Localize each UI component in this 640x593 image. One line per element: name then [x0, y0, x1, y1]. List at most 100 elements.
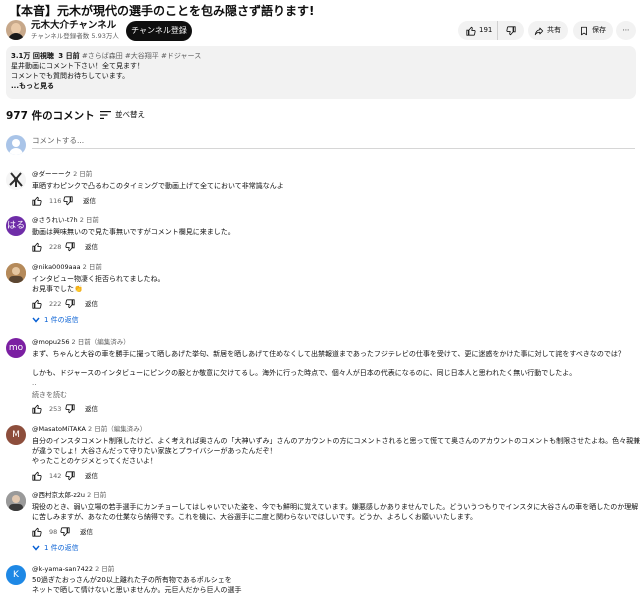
video-title: 【本音】元木が現代の選手のことを包み隠さず語ります!: [9, 4, 315, 18]
photo-avatar-image: [6, 491, 26, 511]
dislike-icon[interactable]: [63, 196, 73, 206]
save-button[interactable]: 保存: [573, 21, 613, 40]
comment-author[interactable]: @さうれい-t7h: [32, 216, 78, 224]
like-icon[interactable]: [32, 471, 42, 481]
dislike-icon: [506, 26, 516, 36]
description-line: 星井動画にコメント下さい！全て見ます！: [11, 62, 144, 70]
read-more-link[interactable]: 続きを読む: [32, 390, 67, 400]
commenter-avatar[interactable]: [6, 491, 26, 511]
like-icon[interactable]: [32, 196, 42, 206]
comment-text: やったことのケジメとってくださいよ！: [32, 457, 158, 465]
comment-time[interactable]: 2 日前: [80, 216, 99, 224]
comment-time[interactable]: 2 日前: [73, 170, 92, 178]
comment-text: 50過ぎたおっさんが20以上離れた子の所有物であるポルシェを: [32, 576, 232, 584]
comment-text: 現役のとき、弱い立場の若手選手にカンチョーしてはしゃいでいた姿を、今でも鮮明に覚…: [32, 503, 639, 511]
comment-item: K @k-yama-san7422 2 日前 50過ぎたおっさんが20以上離れた…: [6, 565, 636, 593]
upload-age: 3 日前: [58, 52, 80, 60]
replies-label: 1 件の返信: [44, 544, 79, 552]
dislike-icon[interactable]: [65, 242, 75, 252]
like-icon[interactable]: [32, 299, 42, 309]
comment-author[interactable]: @MasatoMiTAKA: [32, 425, 86, 433]
dislike-icon[interactable]: [65, 471, 75, 481]
reply-button[interactable]: 返信: [80, 526, 93, 538]
comment-author-line: @mopu256 2 日前（編集済み）: [32, 338, 130, 347]
comment-text: 動画は興味無いので見た事無いですがコメント欄見に来ました。: [32, 228, 235, 236]
share-button[interactable]: 共有: [528, 21, 568, 40]
reply-button[interactable]: 返信: [85, 403, 98, 415]
comment-author[interactable]: @ダーーーク: [32, 170, 71, 178]
commenter-avatar[interactable]: [6, 263, 26, 283]
commenter-avatar[interactable]: はる: [6, 216, 26, 236]
photo-avatar-image: [6, 263, 26, 283]
comment-text: インタビュー物凄く拒否られてましたね。: [32, 275, 165, 283]
like-button[interactable]: 191: [458, 21, 498, 40]
description-box[interactable]: 3.1万 回視聴 3 日前 #さらば森田 #大谷翔平 #ドジャース 星井動画にコ…: [6, 46, 636, 99]
sort-icon: [100, 111, 111, 119]
comment-ellipsis: ..: [32, 379, 37, 387]
comment-time[interactable]: 2 日前: [95, 565, 114, 573]
comment-like-count: 116: [49, 197, 62, 205]
save-label: 保存: [592, 26, 606, 34]
comment-text: 自分のインスタコメント制限したけど、よく考えれば奥さんの「大神いずみ」さんのアカ…: [32, 437, 640, 445]
comment-text: ネットで晒して情けないと思いませんか。元巨人だから巨人の選手: [32, 586, 242, 593]
comment-author-line: @ダーーーク 2 日前: [32, 170, 92, 179]
like-icon[interactable]: [32, 527, 42, 537]
chevron-down-icon: [32, 545, 40, 551]
comment-like-count: 222: [49, 300, 62, 308]
reply-button[interactable]: 返信: [85, 470, 98, 482]
comment-text: が違うでしょ！大谷さんだって守りたい家族とプライバシーがあったんだぞ！: [32, 447, 277, 455]
comment-text: まず、ちゃんと大谷の車を勝手に撮って晒しあげた挙句、新居を晒しあげて住めなくして…: [32, 350, 625, 358]
dislike-button[interactable]: [499, 21, 524, 40]
reply-button[interactable]: 返信: [85, 241, 98, 253]
dislike-icon[interactable]: [65, 404, 75, 414]
comment-time[interactable]: 2 日前（編集済み）: [72, 338, 130, 346]
save-icon: [581, 26, 587, 36]
share-icon: [534, 27, 544, 36]
robot-avatar-image: [9, 172, 23, 187]
like-icon: [466, 26, 476, 36]
replies-label: 1 件の返信: [44, 316, 79, 324]
comment-text: 車晒すわピンクで凸るわこのタイミングで動画上げて全てにおいて非常識なんよ: [32, 182, 284, 190]
user-avatar: [6, 135, 26, 155]
dislike-icon[interactable]: [65, 299, 75, 309]
channel-avatar[interactable]: [6, 20, 26, 40]
comment-item: mo @mopu256 2 日前（編集済み） まず、ちゃんと大谷の車を勝手に撮っ…: [6, 338, 636, 418]
sort-label: 並べ替え: [115, 110, 145, 119]
comment-count: 977 件のコメント: [6, 110, 95, 122]
commenter-avatar[interactable]: mo: [6, 338, 26, 358]
more-icon: ⋯: [622, 26, 630, 34]
chevron-down-icon: [32, 317, 40, 323]
comment-time[interactable]: 2 日前: [87, 491, 106, 499]
subscribe-button[interactable]: チャンネル登録: [126, 21, 192, 41]
description-line: コメントでも質問お待ちしています。: [11, 72, 130, 80]
comment-author-line: @MasatoMiTAKA 2 日前（編集済み）: [32, 425, 146, 434]
dislike-icon[interactable]: [60, 527, 70, 537]
comment-author[interactable]: @k-yama-san7422: [32, 565, 93, 573]
comment-author[interactable]: @西村京太郎-z2u: [32, 491, 85, 499]
comment-like-count: 228: [49, 243, 62, 251]
add-comment-input[interactable]: コメントする...: [32, 135, 635, 149]
comment-author[interactable]: @nika0009aaa: [32, 263, 81, 271]
comment-item: @ダーーーク 2 日前 車晒すわピンクで凸るわこのタイミングで動画上げて全てにお…: [6, 170, 636, 210]
comment-time[interactable]: 2 日前（編集済み）: [88, 425, 146, 433]
comment-author[interactable]: @mopu256: [32, 338, 69, 346]
comment-like-count: 253: [49, 405, 62, 413]
show-more-link[interactable]: ...もっと見る: [11, 81, 54, 91]
commenter-avatar[interactable]: K: [6, 565, 26, 585]
share-label: 共有: [547, 26, 561, 34]
comment-item: はる @さうれい-t7h 2 日前 動画は興味無いので見た事無いですがコメント欄…: [6, 216, 636, 256]
channel-name[interactable]: 元木大介チャンネル: [31, 20, 116, 32]
like-dislike-group: 191: [458, 21, 524, 40]
hashtags[interactable]: #さらば森田 #大谷翔平 #ドジャース: [82, 52, 201, 60]
reply-button[interactable]: 返信: [83, 195, 96, 207]
more-actions-button[interactable]: ⋯: [616, 21, 636, 40]
commenter-avatar[interactable]: M: [6, 425, 26, 445]
like-icon[interactable]: [32, 404, 42, 414]
like-icon[interactable]: [32, 242, 42, 252]
comment-item: M @MasatoMiTAKA 2 日前（編集済み） 自分のインスタコメント制限…: [6, 425, 640, 485]
comment-time[interactable]: 2 日前: [83, 263, 102, 271]
comment-author-line: @西村京太郎-z2u 2 日前: [32, 491, 106, 500]
comment-author-line: @k-yama-san7422 2 日前: [32, 565, 114, 574]
commenter-avatar[interactable]: [6, 170, 26, 190]
reply-button[interactable]: 返信: [85, 298, 98, 310]
